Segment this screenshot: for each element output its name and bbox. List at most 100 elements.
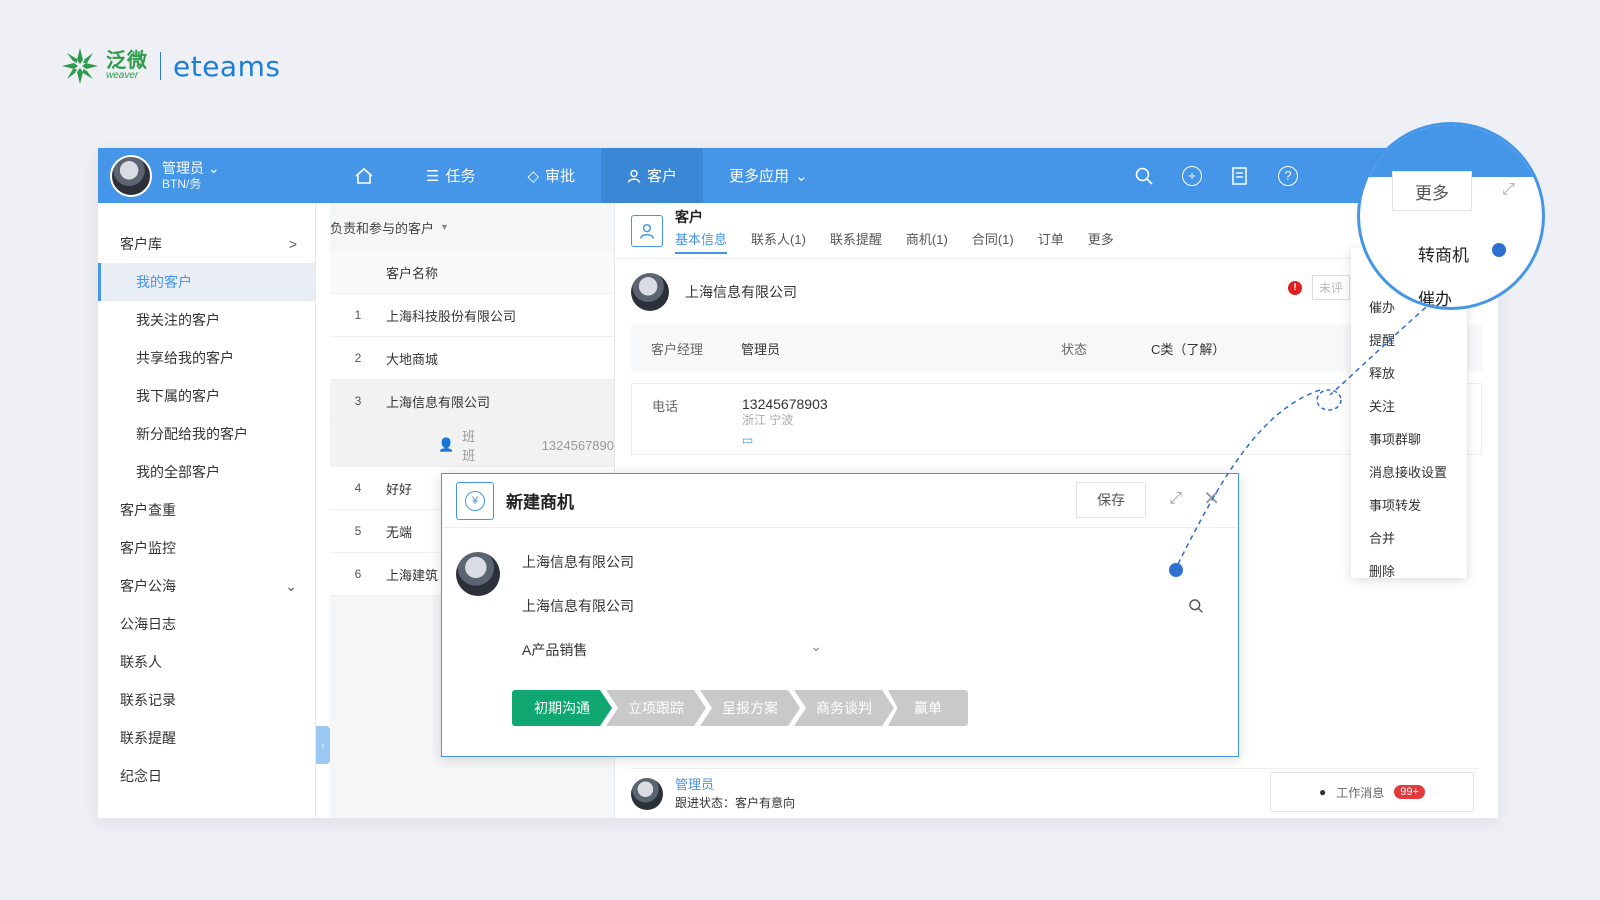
detail-tabs: 基本信息 联系人(1) 联系提醒 商机(1) 合同(1) 订单 更多: [675, 229, 1114, 254]
row-index: 1: [354, 308, 362, 322]
callout-dot: [1492, 243, 1506, 257]
expand-icon[interactable]: ⤢: [1169, 490, 1182, 508]
dropdown-menu-item[interactable]: 事项转发: [1351, 488, 1467, 521]
dropdown-menu-item[interactable]: 提醒: [1351, 323, 1467, 356]
detail-tab[interactable]: 联系提醒: [830, 229, 882, 254]
sales-stages: 初期沟通 立项跟踪 呈报方案 商务谈判 赢单: [512, 690, 968, 726]
dropdown-menu-item[interactable]: 释放: [1351, 356, 1467, 389]
contact-phone: 1324567890: [541, 437, 614, 453]
dropdown-menu-item[interactable]: 消息接收设置: [1351, 455, 1467, 488]
sidebar-item[interactable]: 客户公海 ⌄: [98, 567, 315, 605]
sidebar-item[interactable]: 纪念日: [98, 757, 315, 795]
save-button[interactable]: 保存: [1076, 482, 1146, 518]
detail-tab[interactable]: 商机(1): [906, 229, 948, 254]
detail-tab[interactable]: 更多: [1088, 229, 1114, 254]
sidebar-item[interactable]: 我下属的客户: [98, 377, 315, 415]
company-field[interactable]: 上海信息有限公司: [442, 540, 1238, 584]
product-select-value: A产品销售: [522, 642, 588, 658]
stage-step[interactable]: 赢单: [888, 690, 968, 726]
customer-field-value: 上海信息有限公司: [522, 598, 634, 614]
collapse-sidebar-button[interactable]: ‹: [316, 726, 330, 764]
sidebar-item[interactable]: 客户监控: [98, 529, 315, 567]
row-index: 2: [354, 351, 362, 365]
sidebar-item[interactable]: 公海日志: [98, 605, 315, 643]
sidebar-item[interactable]: 联系提醒: [98, 719, 315, 757]
unread-badge: 99+: [1394, 785, 1425, 799]
sidebar-item-label: 公海日志: [120, 616, 176, 632]
row-name: 无端: [386, 524, 413, 540]
nav-tasks[interactable]: ☰ 任务: [400, 148, 501, 203]
detail-tab[interactable]: 基本信息: [675, 229, 728, 254]
close-icon[interactable]: ✕: [1203, 486, 1220, 511]
notes-icon[interactable]: [1230, 166, 1250, 186]
sidebar-item[interactable]: 共享给我的客户: [98, 339, 315, 377]
sidebar-item[interactable]: 联系人: [98, 643, 315, 681]
nav-customer[interactable]: 客户: [601, 148, 704, 203]
dropdown-menu-item[interactable]: 事项群聊: [1351, 422, 1467, 455]
sidebar-item-label: 我的客户: [136, 274, 192, 290]
caret-down-icon: ▼: [440, 222, 449, 232]
work-message-button[interactable]: ● 工作消息 99+: [1270, 772, 1474, 812]
nav-more-apps[interactable]: 更多应用 ⌄: [703, 148, 834, 203]
sidebar-item-label: 新分配给我的客户: [136, 426, 248, 442]
detail-tab[interactable]: 订单: [1038, 229, 1064, 254]
table-row[interactable]: 1 上海科技股份有限公司: [330, 294, 614, 337]
dropdown-menu-item[interactable]: 删除: [1351, 554, 1467, 587]
weaver-logo-icon: [62, 48, 98, 84]
add-icon[interactable]: +: [1182, 165, 1202, 186]
urge-item[interactable]: 催办: [1418, 285, 1452, 307]
phone-value: 13245678903: [742, 396, 828, 412]
sidebar-item[interactable]: 我的全部客户: [98, 453, 315, 491]
user-menu[interactable]: 管理员 ⌄ BTN/务: [98, 154, 328, 197]
detail-tab[interactable]: 联系人(1): [751, 229, 806, 254]
search-icon[interactable]: [1188, 598, 1204, 614]
brand-sub: weaver: [106, 70, 139, 81]
help-icon[interactable]: ?: [1278, 165, 1298, 186]
dialog-title: 新建商机: [506, 493, 574, 512]
sidebar: 客户库 > 我的客户我关注的客户共享给我的客户 我下属的客户新分配给我的客户我的全部客…: [98, 203, 316, 818]
logo-divider: [160, 52, 161, 80]
sidebar-item[interactable]: 客户查重: [98, 491, 315, 529]
rating-badge[interactable]: 未评: [1311, 275, 1350, 300]
table-row[interactable]: 3 上海信息有限公司: [330, 380, 614, 423]
sidebar-item[interactable]: 客户库 >: [98, 225, 315, 263]
row-name: 上海信息有限公司: [386, 394, 491, 410]
sidebar-item[interactable]: 联系记录: [98, 681, 315, 719]
dropdown-menu-item[interactable]: 关注: [1351, 389, 1467, 422]
company-field-value: 上海信息有限公司: [522, 554, 634, 570]
nav-label: 任务: [445, 168, 476, 185]
chevron-down-icon: ⌄: [810, 638, 822, 654]
table-row[interactable]: 2 大地商城: [330, 337, 614, 380]
nav-approval[interactable]: ◇ 审批: [501, 148, 601, 203]
nav-home[interactable]: [328, 148, 400, 203]
sidebar-item-label: 联系提醒: [120, 730, 176, 746]
stage-step[interactable]: 商务谈判: [794, 690, 894, 726]
stage-step[interactable]: 立项跟踪: [606, 690, 706, 726]
follow-status: 跟进状态：客户有意向: [675, 795, 796, 810]
follow-record: 管理员 跟进状态：客户有意向 ● 工作消息 99+: [631, 768, 1478, 818]
dropdown-menu-item[interactable]: 合并: [1351, 521, 1467, 554]
home-icon: [355, 167, 373, 184]
message-icon[interactable]: ▭: [742, 432, 828, 448]
product-select[interactable]: A产品销售 ⌄: [442, 628, 822, 672]
sidebar-item[interactable]: 新分配给我的客户: [98, 415, 315, 453]
status-label: 状态: [1061, 341, 1088, 357]
search-icon[interactable]: [1134, 166, 1154, 186]
sidebar-item-label: 联系人: [120, 654, 162, 670]
more-button[interactable]: 更多: [1392, 171, 1472, 211]
convert-to-opportunity-item[interactable]: 转商机: [1418, 241, 1469, 266]
list-filter[interactable]: 负责和参与的客户 ▼: [330, 203, 614, 251]
sidebar-item-label: 我关注的客户: [136, 312, 220, 328]
expand-icon[interactable]: ⤢: [1502, 181, 1515, 199]
sidebar-item[interactable]: 我的客户: [98, 263, 315, 301]
detail-tab[interactable]: 合同(1): [972, 229, 1014, 254]
stage-step[interactable]: 初期沟通: [512, 690, 612, 726]
sidebar-item-label: 联系记录: [120, 692, 176, 708]
stage-step[interactable]: 呈报方案: [700, 690, 800, 726]
contact-name: 班班: [462, 429, 476, 463]
avatar: [110, 154, 152, 197]
sidebar-item-label: 客户库: [120, 236, 162, 252]
follower-name[interactable]: 管理员: [675, 776, 795, 794]
customer-field[interactable]: 上海信息有限公司: [442, 584, 1238, 628]
sidebar-item[interactable]: 我关注的客户: [98, 301, 315, 339]
